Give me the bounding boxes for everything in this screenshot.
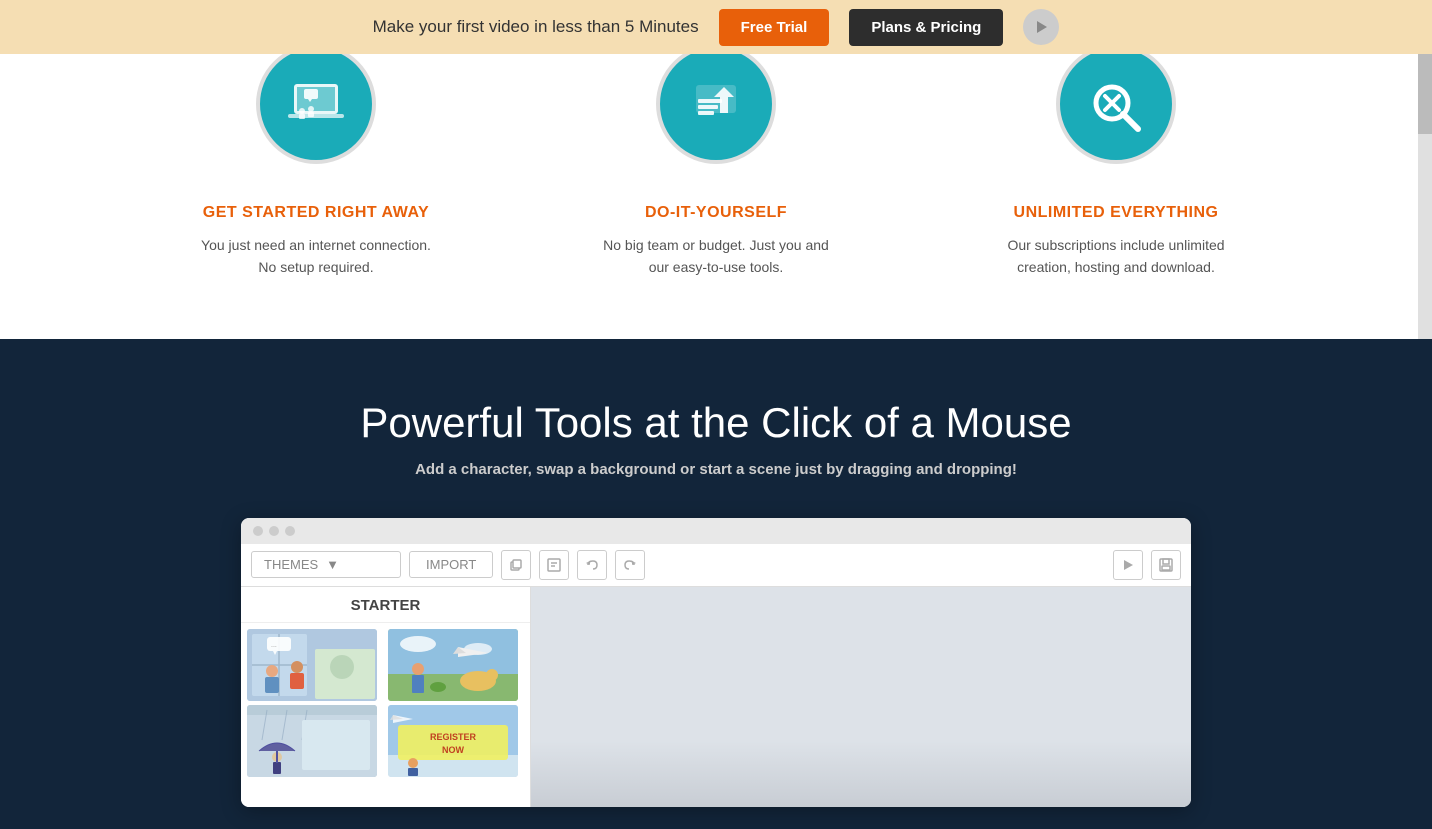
unlimited-desc: Our subscriptions include unlimitedcreat…	[956, 234, 1276, 279]
app-sidebar: STARTER	[241, 587, 531, 807]
app-toolbar: THEMES ▼ IMPORT	[241, 544, 1191, 587]
save-icon-button[interactable]	[1151, 550, 1181, 580]
top-banner: Make your first video in less than 5 Min…	[0, 0, 1432, 54]
copy-icon-button[interactable]	[501, 550, 531, 580]
chevron-down-icon: ▼	[326, 557, 339, 572]
features-section: GET STARTED RIGHT AWAY You just need an …	[0, 54, 1432, 339]
play-icon[interactable]	[1023, 9, 1059, 45]
window-dot-2	[269, 526, 279, 536]
thumbnail-1[interactable]: ...	[247, 629, 377, 701]
redo-icon-button[interactable]	[615, 550, 645, 580]
get-started-title: GET STARTED RIGHT AWAY	[156, 204, 476, 222]
get-started-desc: You just need an internet connection.No …	[156, 234, 476, 279]
app-titlebar	[241, 518, 1191, 544]
svg-text:...: ...	[271, 642, 277, 649]
get-started-icon-circle	[256, 54, 376, 164]
thumbnail-3[interactable]	[247, 705, 377, 777]
import-button[interactable]: IMPORT	[409, 551, 493, 578]
diy-title: DO-IT-YOURSELF	[556, 204, 876, 222]
app-mockup: THEMES ▼ IMPORT	[241, 518, 1191, 807]
canvas-inner	[531, 587, 1191, 807]
free-trial-button[interactable]: Free Trial	[719, 9, 830, 46]
unlimited-title: UNLIMITED EVERYTHING	[956, 204, 1276, 222]
themes-label: THEMES	[264, 557, 318, 572]
diy-icon-circle	[656, 54, 776, 164]
thumbnail-2[interactable]	[388, 629, 518, 701]
window-dot-3	[285, 526, 295, 536]
themes-dropdown[interactable]: THEMES ▼	[251, 551, 401, 578]
scrollbar[interactable]	[1418, 54, 1432, 339]
app-body: STARTER	[241, 587, 1191, 807]
plans-pricing-button[interactable]: Plans & Pricing	[849, 9, 1003, 46]
window-dot-1	[253, 526, 263, 536]
scrollbar-thumb[interactable]	[1418, 54, 1432, 134]
svg-text:REGISTER: REGISTER	[429, 732, 476, 742]
feature-get-started: GET STARTED RIGHT AWAY You just need an …	[116, 54, 516, 299]
thumbnail-4[interactable]: REGISTER NOW	[388, 705, 518, 777]
feature-diy: DO-IT-YOURSELF No big team or budget. Ju…	[516, 54, 916, 299]
unlimited-icon-circle	[1056, 54, 1176, 164]
dark-section: Powerful Tools at the Click of a Mouse A…	[0, 339, 1432, 829]
feature-unlimited: UNLIMITED EVERYTHING Our subscriptions i…	[916, 54, 1316, 299]
paste-icon-button[interactable]	[539, 550, 569, 580]
dark-section-subtitle: Add a character, swap a background or st…	[0, 461, 1432, 478]
banner-text: Make your first video in less than 5 Min…	[373, 17, 699, 37]
play-button[interactable]	[1113, 550, 1143, 580]
sidebar-header: STARTER	[241, 587, 530, 623]
dark-section-title: Powerful Tools at the Click of a Mouse	[0, 399, 1432, 447]
sidebar-thumbnails: ...	[241, 623, 530, 783]
diy-desc: No big team or budget. Just you andour e…	[556, 234, 876, 279]
app-canvas	[531, 587, 1191, 807]
undo-icon-button[interactable]	[577, 550, 607, 580]
svg-text:NOW: NOW	[442, 745, 465, 755]
